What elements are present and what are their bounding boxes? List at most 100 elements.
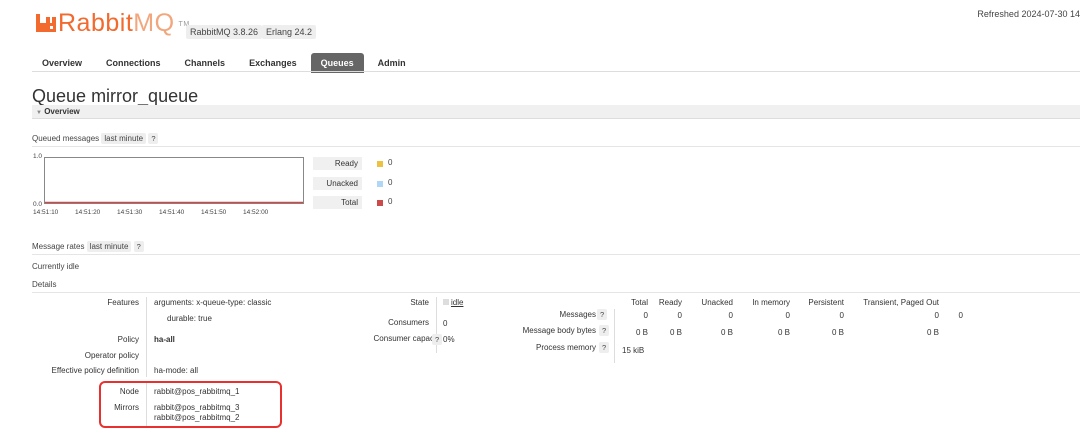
nav-divider <box>32 71 1080 72</box>
effective-policy-label: Effective policy definition <box>51 366 139 375</box>
features-arguments-key: arguments: <box>154 298 195 307</box>
message-rates-label: Message rates <box>32 242 85 251</box>
messages-cell: 0 <box>958 311 963 320</box>
features-label: Features <box>107 298 139 307</box>
process-memory-help[interactable]: ? <box>599 342 610 353</box>
overview-section-title: Overview <box>44 107 80 116</box>
message-rates-help[interactable]: ? <box>133 241 144 252</box>
process-memory-value: 15 kiB <box>622 346 645 355</box>
stats-col-header: Unacked <box>701 298 733 307</box>
legend-total-value: 0 <box>388 197 393 206</box>
messages-label: Messages <box>559 310 596 319</box>
legend-ready-value: 0 <box>388 158 393 167</box>
tab-exchanges[interactable]: Exchanges <box>239 53 307 73</box>
features-arguments-value: x-queue-type: classic <box>196 298 272 307</box>
features-durable-value: true <box>198 314 212 323</box>
queued-messages-range[interactable]: last minute <box>101 133 147 144</box>
messages-cell: 0 <box>643 311 648 320</box>
consumer-capacity-value: 0% <box>443 335 455 344</box>
body-bytes-cell: 0 B <box>669 328 682 337</box>
rabbitmq-logo[interactable]: RabbitMQ TM <box>36 9 190 38</box>
messages-cell: 0 <box>785 311 790 320</box>
queued-messages-help[interactable]: ? <box>148 133 159 144</box>
logo-text-mq: MQ <box>133 9 175 37</box>
chart-ymax-label: 1.0 <box>33 153 43 160</box>
stats-col-header: Transient, Paged Out <box>863 298 939 307</box>
operator-policy-label: Operator policy <box>84 351 139 360</box>
collapse-arrow-icon: ▼ <box>36 110 42 116</box>
legend-total-swatch <box>377 200 383 206</box>
messages-cell: 0 <box>839 311 844 320</box>
page-title-prefix: Queue <box>32 86 87 106</box>
body-bytes-cell: 0 B <box>720 328 733 337</box>
queued-messages-chart <box>44 157 304 204</box>
effective-policy-value: ha-mode: all <box>154 366 198 375</box>
legend-ready-label[interactable]: Ready <box>313 157 362 170</box>
rabbitmq-version-badge: RabbitMQ 3.8.26 <box>186 25 263 39</box>
stats-separator <box>614 309 615 363</box>
refreshed-timestamp: Refreshed 2024-07-30 14 <box>977 9 1080 19</box>
overview-section-toggle[interactable]: ▼ Overview <box>32 105 1080 119</box>
message-rates-divider <box>32 254 1080 255</box>
policy-label: Policy <box>117 335 139 344</box>
state-label: State <box>410 298 429 307</box>
message-rates-header: Message rates last minute ? <box>32 241 144 252</box>
body-bytes-cell: 0 B <box>926 328 939 337</box>
x-tick: 14:51:10 <box>33 209 59 216</box>
queued-messages-divider <box>32 146 1080 147</box>
queued-messages-legend: Ready 0 Unacked 0 Total 0 <box>313 157 433 213</box>
chart-ymin-label: 0.0 <box>33 201 43 208</box>
features-durable: durable: true <box>167 314 212 323</box>
logo-text-rabbit: Rabbit <box>58 9 134 37</box>
messages-cell: 0 <box>728 311 733 320</box>
body-bytes-cell: 0 B <box>831 328 844 337</box>
tab-overview[interactable]: Overview <box>32 53 92 73</box>
tab-connections[interactable]: Connections <box>96 53 171 73</box>
queued-messages-label: Queued messages <box>32 134 100 143</box>
rabbitmq-logo-icon <box>36 14 56 32</box>
x-tick: 14:52:00 <box>243 209 269 216</box>
legend-unacked-value: 0 <box>388 178 393 187</box>
process-memory-label: Process memory <box>535 343 596 352</box>
legend-total-label[interactable]: Total <box>313 196 362 209</box>
messages-cell: 0 <box>677 311 682 320</box>
consumers-value: 0 <box>443 319 448 328</box>
node-mirrors-highlight-box <box>99 381 282 428</box>
details-label: Details <box>32 280 57 289</box>
consumer-capacity-help[interactable]: ? <box>432 334 443 345</box>
message-rates-range[interactable]: last minute <box>86 241 132 252</box>
legend-unacked-label[interactable]: Unacked <box>313 177 362 190</box>
messages-cell: 0 <box>934 311 939 320</box>
x-tick: 14:51:20 <box>75 209 101 216</box>
page-title: Queue mirror_queue <box>32 86 198 107</box>
effective-policy-key: ha-mode: <box>154 366 188 375</box>
x-tick: 14:51:30 <box>117 209 143 216</box>
effective-policy-mode: all <box>190 366 199 375</box>
tab-channels[interactable]: Channels <box>175 53 236 73</box>
tab-admin[interactable]: Admin <box>368 53 416 73</box>
consumers-label: Consumers <box>388 318 429 327</box>
message-rates-status: Currently idle <box>32 262 80 271</box>
body-bytes-help[interactable]: ? <box>599 325 610 336</box>
messages-help[interactable]: ? <box>597 309 608 320</box>
details-divider <box>32 292 1080 293</box>
features-durable-key: durable: <box>167 314 196 323</box>
stats-col-header: Persistent <box>808 298 844 307</box>
queued-messages-header: Queued messages last minute ? <box>32 133 159 144</box>
x-tick: 14:51:50 <box>201 209 227 216</box>
x-tick: 14:51:40 <box>159 209 185 216</box>
body-bytes-label: Message body bytes <box>522 326 596 335</box>
features-arguments: arguments: x-queue-type: classic <box>154 298 271 307</box>
main-nav: Overview Connections Channels Exchanges … <box>32 53 420 73</box>
idle-status-icon <box>443 299 449 305</box>
details-left-separator <box>146 297 147 377</box>
policy-value[interactable]: ha-all <box>154 335 175 344</box>
legend-unacked-swatch <box>377 181 383 187</box>
state-text[interactable]: idle <box>451 298 463 307</box>
state-value: idle <box>443 298 463 307</box>
stats-col-header: Ready <box>658 298 682 307</box>
stats-col-header: Total <box>631 298 648 307</box>
body-bytes-cell: 0 B <box>635 328 648 337</box>
tab-queues[interactable]: Queues <box>310 53 364 73</box>
chart-x-ticks: 14:51:10 14:51:20 14:51:30 14:51:40 14:5… <box>33 209 313 219</box>
